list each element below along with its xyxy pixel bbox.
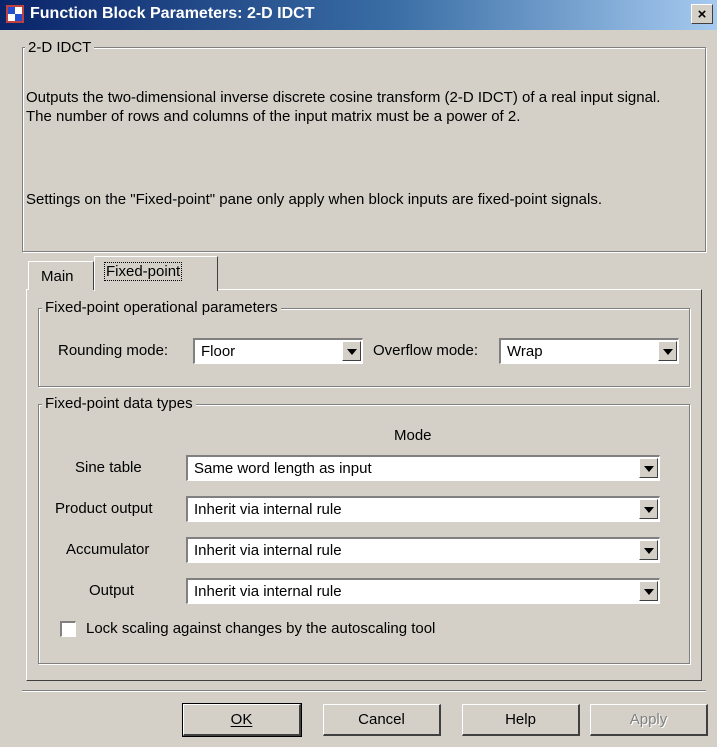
block-description-title: 2-D IDCT (25, 39, 95, 56)
tab-fixed-point[interactable]: Fixed-point (94, 256, 218, 291)
button-separator (22, 690, 706, 692)
mode-column-header: Mode (394, 427, 432, 444)
operational-params-title: Fixed-point operational parameters (42, 299, 281, 316)
chevron-down-icon[interactable] (639, 540, 658, 560)
data-types-title: Fixed-point data types (42, 395, 196, 412)
window-title: Function Block Parameters: 2-D IDCT (30, 5, 315, 22)
chevron-down-icon[interactable] (639, 458, 658, 478)
block-settings-note: Settings on the "Fixed-point" pane only … (26, 191, 602, 208)
product-output-select[interactable]: Inherit via internal rule (186, 496, 660, 522)
lock-scaling-checkbox[interactable] (60, 621, 76, 637)
lock-scaling-label[interactable]: Lock scaling against changes by the auto… (86, 620, 435, 637)
title-bar[interactable]: Function Block Parameters: 2-D IDCT × (0, 0, 717, 30)
accumulator-label: Accumulator (66, 541, 150, 558)
apply-button[interactable]: Apply (590, 704, 708, 736)
rounding-mode-select[interactable]: Floor (193, 338, 363, 364)
overflow-mode-value: Wrap (507, 343, 543, 360)
block-description-text: Outputs the two-dimensional inverse disc… (26, 89, 661, 125)
overflow-mode-label: Overflow mode: (373, 342, 479, 359)
help-button[interactable]: Help (462, 704, 580, 736)
sine-table-label: Sine table (75, 459, 142, 476)
block-description-group (22, 47, 706, 252)
close-button[interactable]: × (691, 4, 713, 24)
rounding-mode-label: Rounding mode: (58, 342, 169, 359)
output-label: Output (89, 582, 135, 599)
tab-main[interactable]: Main (28, 261, 94, 290)
simulink-block-icon (6, 5, 24, 23)
chevron-down-icon[interactable] (639, 499, 658, 519)
product-output-label: Product output (55, 500, 153, 517)
cancel-button[interactable]: Cancel (323, 704, 441, 736)
rounding-mode-value: Floor (201, 343, 236, 360)
accumulator-select[interactable]: Inherit via internal rule (186, 537, 660, 563)
chevron-down-icon[interactable] (639, 581, 658, 601)
sine-table-select[interactable]: Same word length as input (186, 455, 660, 481)
output-select[interactable]: Inherit via internal rule (186, 578, 660, 604)
chevron-down-icon[interactable] (658, 341, 677, 361)
ok-button[interactable]: OK (182, 703, 302, 737)
chevron-down-icon[interactable] (342, 341, 361, 361)
overflow-mode-select[interactable]: Wrap (499, 338, 679, 364)
